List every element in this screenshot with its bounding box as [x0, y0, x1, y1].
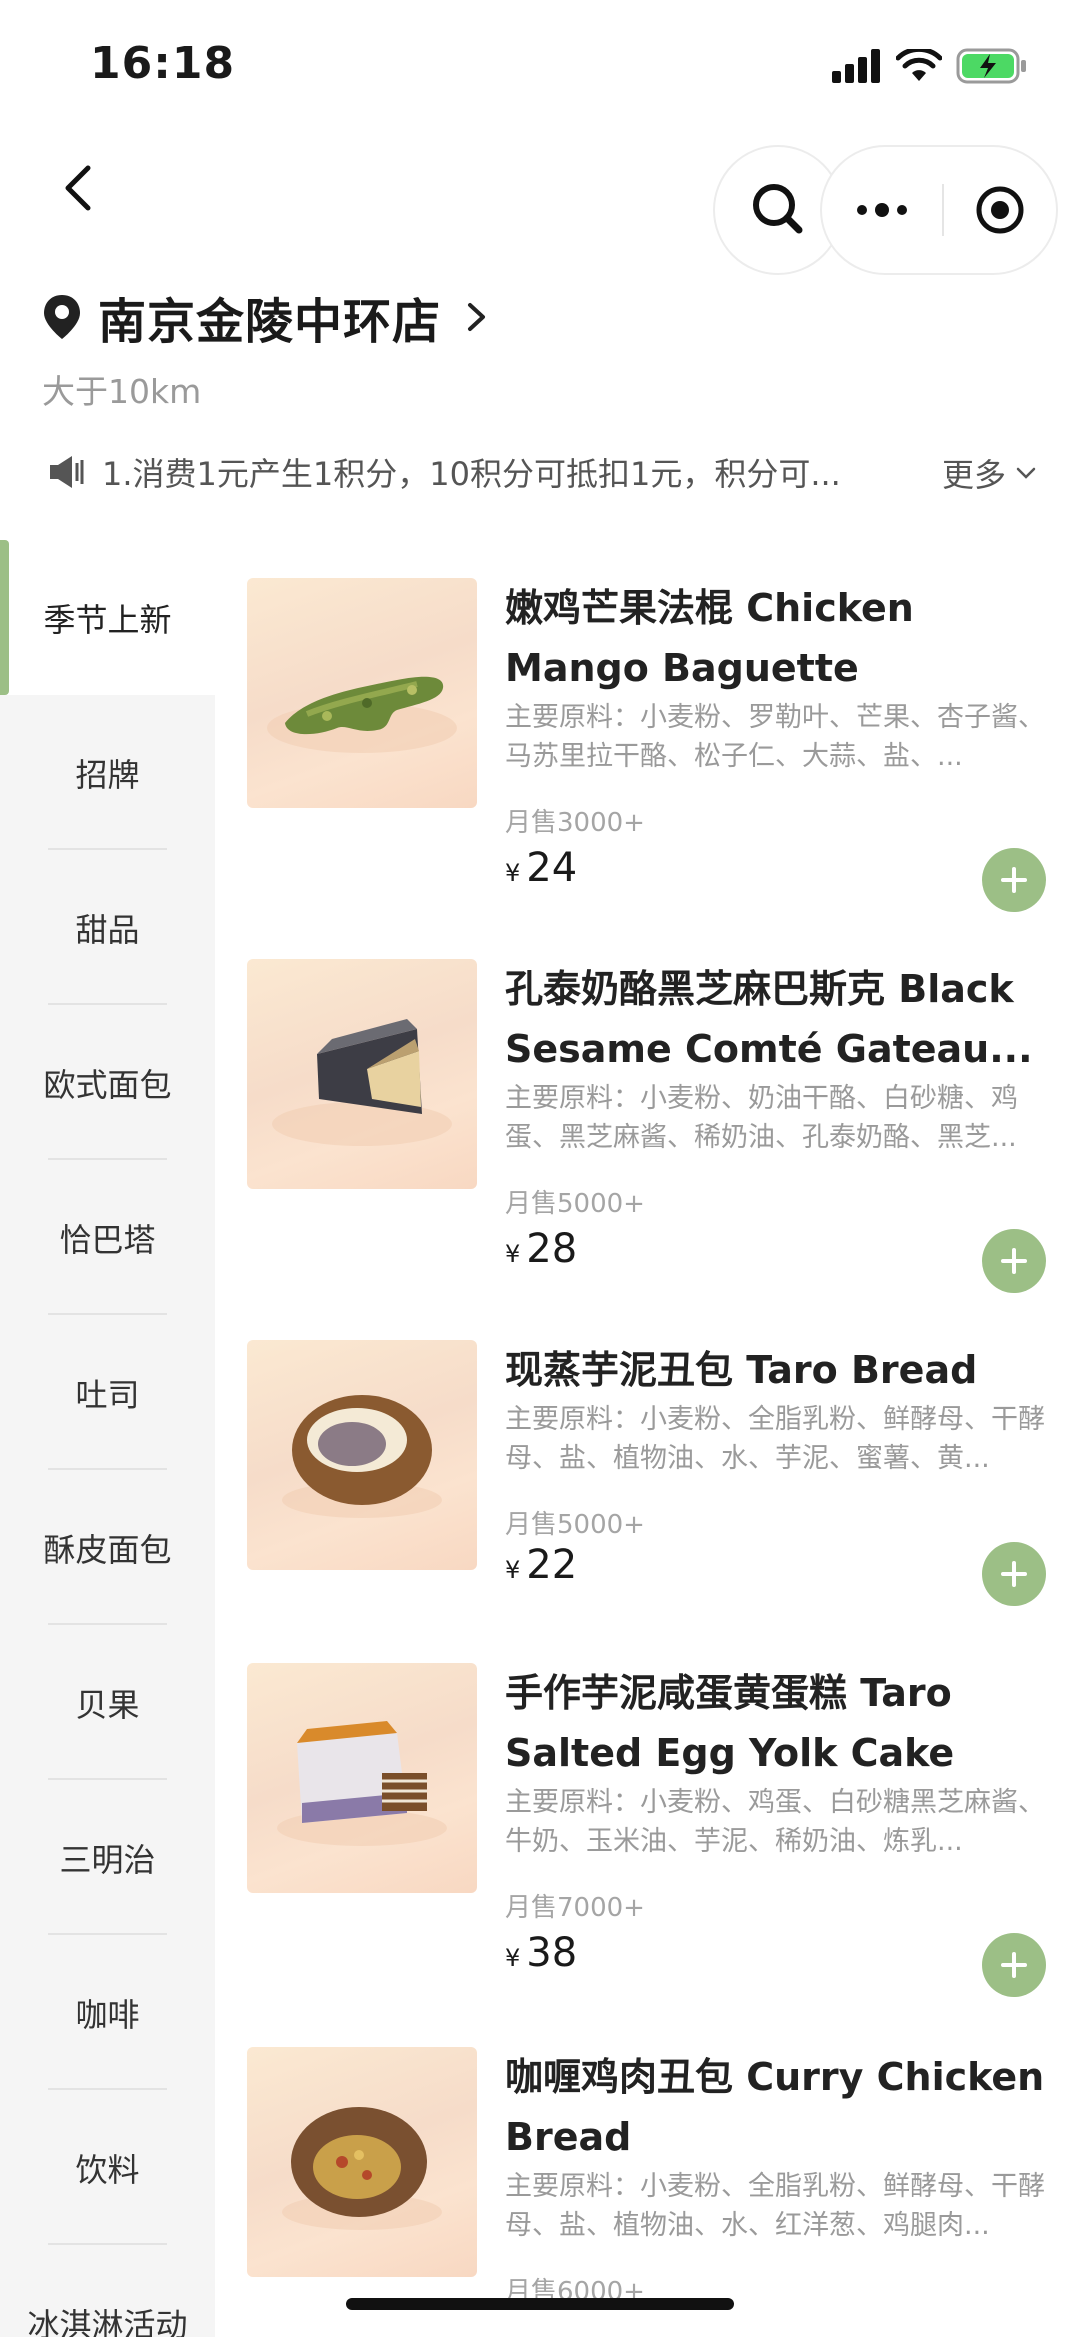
category-label: 冰淇淋活动	[27, 2305, 188, 2337]
product-title: 咖喱鸡肉丑包 Curry Chicken Bread	[505, 2055, 1045, 2159]
chevron-left-icon	[65, 165, 91, 211]
category-item-ice-cream[interactable]: 冰淇淋活动	[0, 2245, 215, 2337]
product-ingredients: 主要原料：小麦粉、鸡蛋、白砂糖黑芝麻酱、牛奶、玉米油、芋泥、稀奶油、炼乳...	[505, 1787, 1045, 1857]
product-card[interactable]: 现蒸芋泥丑包 Taro Bread 主要原料：小麦粉、全脂乳粉、鲜酵母、干酵母、…	[215, 1302, 1080, 1672]
category-item-pastry-bread[interactable]: 酥皮面包	[0, 1470, 215, 1625]
category-item-seasonal[interactable]: 季节上新	[0, 540, 215, 695]
currency-symbol: ¥	[505, 859, 521, 887]
product-card[interactable]: 手作芋泥咸蛋黄蛋糕 Taro Salted Egg Yolk Cake 主要原料…	[215, 1625, 1080, 1997]
product-image[interactable]	[247, 1340, 477, 1570]
notice-more-label: 更多	[941, 456, 1006, 494]
back-button[interactable]	[50, 158, 110, 218]
store-header[interactable]: 南京金陵中环店	[42, 282, 495, 352]
plus-icon	[1001, 1248, 1027, 1274]
category-label: 招牌	[75, 755, 140, 794]
plus-icon	[1001, 867, 1027, 893]
target-circle-icon	[976, 186, 1024, 234]
more-button[interactable]	[822, 147, 942, 273]
product-card[interactable]: 嫩鸡芒果法棍 Chicken Mango Baguette 主要原料：小麦粉、罗…	[215, 540, 1080, 912]
battery-charging-icon	[956, 48, 1026, 84]
category-label: 三明治	[59, 1840, 156, 1879]
status-bar: 16:18	[0, 0, 1080, 130]
product-price: ¥ 24	[505, 845, 577, 891]
cellular-signal-icon	[832, 49, 880, 83]
product-image[interactable]	[247, 959, 477, 1189]
category-item-european-bread[interactable]: 欧式面包	[0, 1005, 215, 1160]
product-image[interactable]	[247, 578, 477, 808]
add-to-cart-button[interactable]	[982, 848, 1046, 912]
product-title: 嫩鸡芒果法棍 Chicken Mango Baguette	[505, 586, 914, 690]
nav-bar	[0, 140, 1080, 275]
notice-more-button[interactable]: 更多	[942, 450, 1038, 496]
price-value: 28	[526, 1226, 578, 1272]
speaker-icon	[50, 456, 84, 488]
currency-symbol: ¥	[505, 1944, 521, 1972]
product-title: 手作芋泥咸蛋黄蛋糕 Taro Salted Egg Yolk Cake	[505, 1671, 955, 1775]
chevron-right-icon	[468, 303, 486, 331]
product-price: ¥ 38	[505, 1930, 577, 1976]
category-label: 欧式面包	[43, 1065, 172, 1104]
add-to-cart-button[interactable]	[982, 1229, 1046, 1293]
plus-icon	[1001, 1561, 1027, 1587]
product-image[interactable]	[247, 2047, 477, 2277]
home-indicator	[346, 2298, 734, 2310]
product-card[interactable]: 咖喱鸡肉丑包 Curry Chicken Bread 主要原料：小麦粉、全脂乳粉…	[215, 2009, 1080, 2337]
price-value: 22	[526, 1542, 578, 1588]
notice-text: 1.消费1元产生1积分，10积分可抵扣1元，积分可...	[102, 455, 841, 493]
product-price: ¥ 28	[505, 1226, 577, 1272]
product-title: 现蒸芋泥丑包 Taro Bread	[505, 1348, 978, 1392]
add-to-cart-button[interactable]	[982, 1542, 1046, 1606]
category-item-drinks[interactable]: 饮料	[0, 2090, 215, 2245]
product-monthly-sales: 月售5000+	[505, 1189, 645, 1219]
product-monthly-sales: 月售5000+	[505, 1510, 645, 1540]
product-ingredients: 主要原料：小麦粉、罗勒叶、芒果、杏子酱、马苏里拉干酪、松子仁、大蒜、盐、...	[505, 702, 1045, 772]
category-item-coffee[interactable]: 咖啡	[0, 1935, 215, 2090]
wifi-icon	[896, 49, 942, 81]
category-item-sandwich[interactable]: 三明治	[0, 1780, 215, 1935]
currency-symbol: ¥	[505, 1240, 521, 1268]
chevron-down-icon	[1016, 467, 1036, 479]
status-icons	[832, 48, 1028, 84]
category-label: 甜品	[75, 910, 140, 949]
product-ingredients: 主要原料：小麦粉、全脂乳粉、鲜酵母、干酵母、盐、植物油、水、芋泥、蜜薯、黄...	[505, 1404, 1045, 1474]
product-ingredients: 主要原料：小麦粉、奶油干酪、白砂糖、鸡蛋、黑芝麻酱、稀奶油、孔泰奶酪、黑芝...	[505, 1083, 1018, 1153]
close-button[interactable]	[944, 147, 1056, 273]
price-value: 24	[526, 845, 578, 891]
menu-content: 季节上新 招牌 甜品 欧式面包 恰巴塔 吐司 酥皮面包 贝果 三明治 咖啡 饮料…	[0, 540, 1080, 2337]
currency-symbol: ¥	[505, 1556, 521, 1584]
category-label: 恰巴塔	[59, 1220, 156, 1259]
status-time: 16:18	[90, 38, 236, 89]
store-distance: 大于10km	[42, 372, 202, 411]
store-name: 南京金陵中环店	[98, 294, 442, 350]
mini-program-capsule	[820, 145, 1058, 275]
category-label: 酥皮面包	[43, 1530, 172, 1569]
location-pin-icon	[44, 295, 80, 339]
category-item-dessert[interactable]: 甜品	[0, 850, 215, 1005]
product-price: ¥ 22	[505, 1542, 577, 1588]
category-label: 贝果	[75, 1685, 140, 1724]
category-label: 吐司	[75, 1375, 140, 1414]
category-label: 季节上新	[43, 600, 172, 639]
category-sidebar[interactable]: 季节上新 招牌 甜品 欧式面包 恰巴塔 吐司 酥皮面包 贝果 三明治 咖啡 饮料…	[0, 540, 215, 2337]
product-ingredients: 主要原料：小麦粉、全脂乳粉、鲜酵母、干酵母、盐、植物油、水、红洋葱、鸡腿肉...	[505, 2171, 1045, 2241]
notice-bar[interactable]: 1.消费1元产生1积分，10积分可抵扣1元，积分可... 更多	[48, 450, 1038, 494]
price-value: 38	[526, 1930, 578, 1976]
plus-icon	[1001, 1952, 1027, 1978]
category-item-bagel[interactable]: 贝果	[0, 1625, 215, 1780]
product-card[interactable]: 孔泰奶酪黑芝麻巴斯克 Black Sesame Comté Gateau... …	[215, 921, 1080, 1293]
product-image[interactable]	[247, 1663, 477, 1893]
product-monthly-sales: 月售7000+	[505, 1893, 645, 1923]
product-title: 孔泰奶酪黑芝麻巴斯克 Black Sesame Comté Gateau...	[505, 967, 1033, 1071]
category-item-ciabatta[interactable]: 恰巴塔	[0, 1160, 215, 1315]
more-dots-icon	[857, 203, 907, 217]
category-item-toast[interactable]: 吐司	[0, 1315, 215, 1470]
category-label: 咖啡	[75, 1995, 140, 2034]
product-list: 嫩鸡芒果法棍 Chicken Mango Baguette 主要原料：小麦粉、罗…	[215, 540, 1080, 2337]
category-item-signature[interactable]: 招牌	[0, 695, 215, 850]
category-label: 饮料	[75, 2150, 140, 2189]
add-to-cart-button[interactable]	[982, 1933, 1046, 1997]
product-monthly-sales: 月售3000+	[505, 808, 645, 838]
